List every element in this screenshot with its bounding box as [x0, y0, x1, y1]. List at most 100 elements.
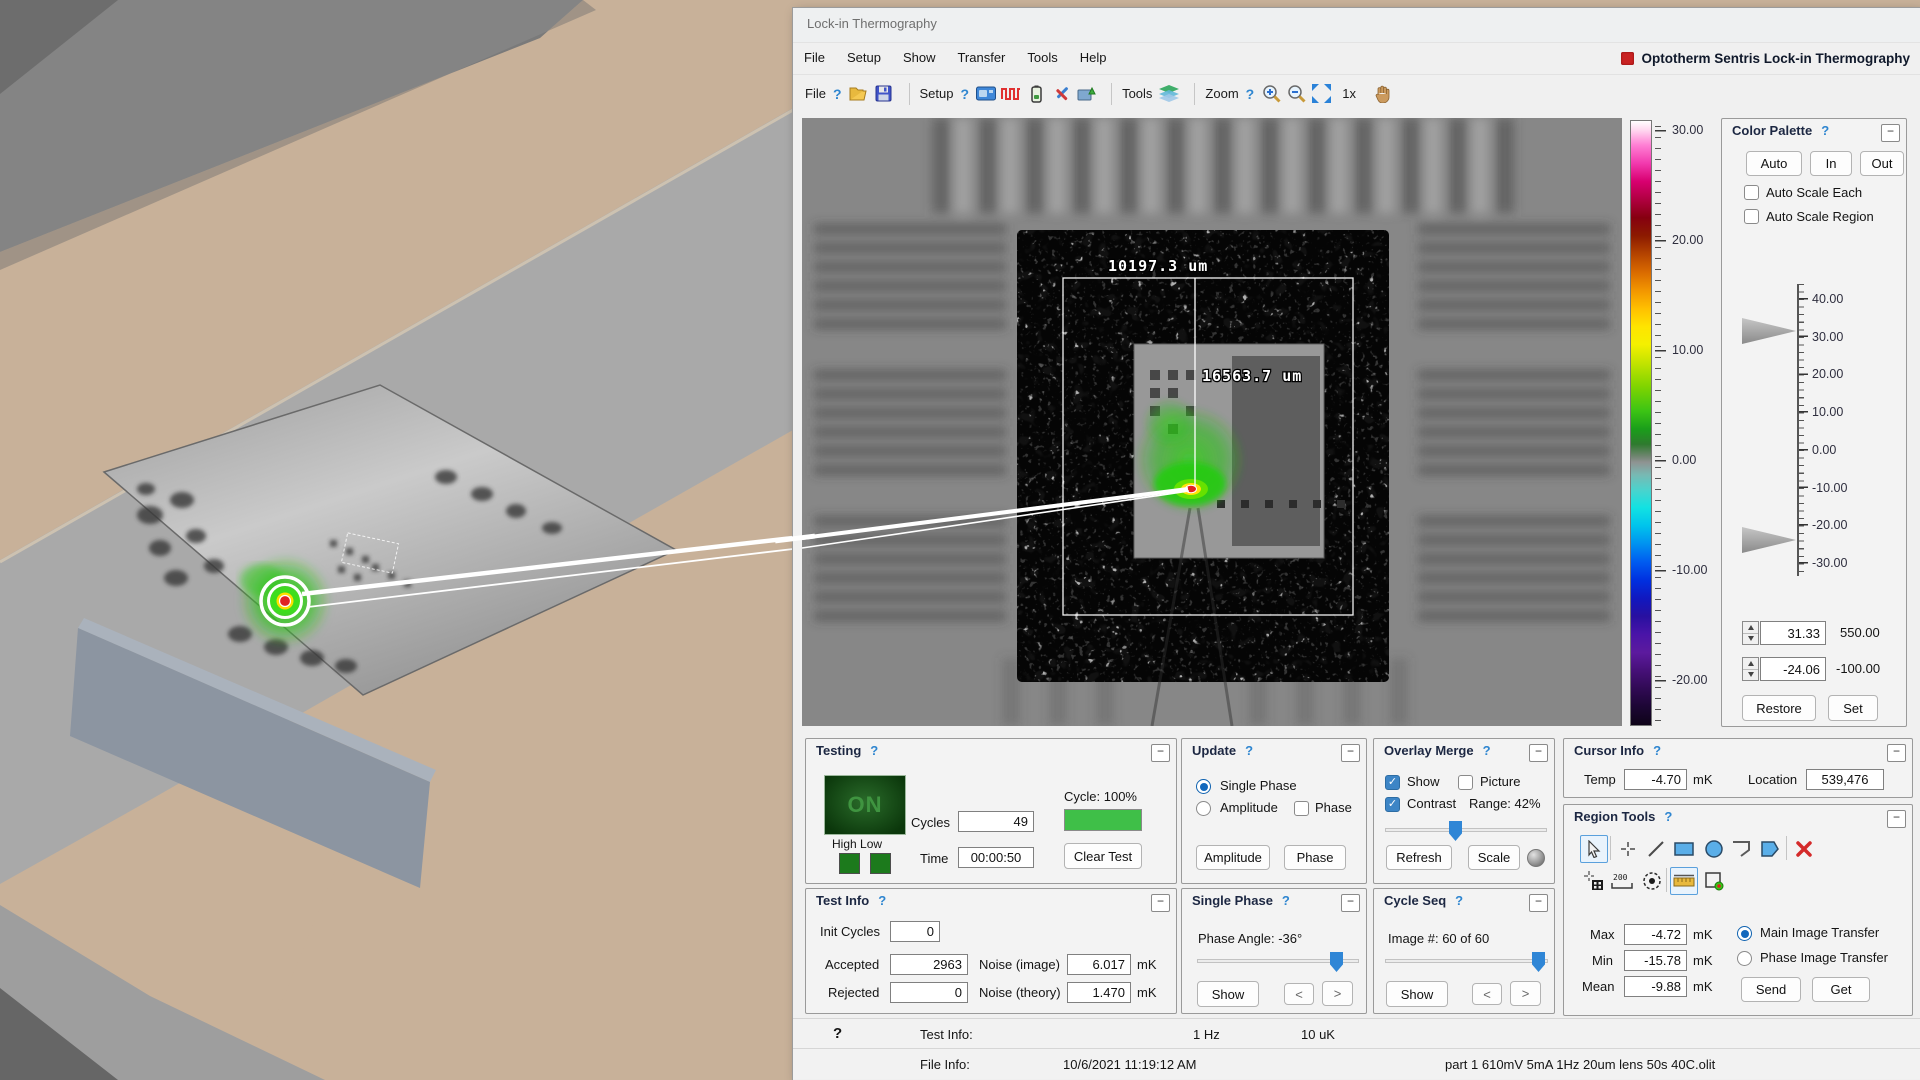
upper-value-field[interactable]: 31.33 — [1760, 621, 1826, 645]
minimize-button[interactable]: − — [1529, 744, 1548, 762]
set-button[interactable]: Set — [1828, 695, 1878, 721]
image-view[interactable]: 10197.3 um 16563.7 um — [802, 118, 1622, 726]
setup-help-icon[interactable]: ? — [961, 86, 970, 102]
range-slider-thumb[interactable] — [1449, 821, 1462, 841]
next-button[interactable]: > — [1322, 981, 1353, 1006]
refresh-button[interactable]: Refresh — [1386, 845, 1452, 870]
send-button[interactable]: Send — [1741, 977, 1801, 1002]
select-tool-icon[interactable] — [1580, 835, 1608, 863]
tools-setup-icon[interactable] — [1051, 84, 1071, 104]
line-tool-icon[interactable] — [1642, 835, 1670, 863]
minimize-button[interactable]: − — [1529, 894, 1548, 912]
target-tool-icon[interactable] — [1638, 867, 1666, 895]
zoom-help-icon[interactable]: ? — [1246, 86, 1255, 102]
phase-image-transfer-radio[interactable] — [1737, 951, 1752, 966]
test-on-indicator[interactable]: ON — [824, 775, 906, 835]
open-file-icon[interactable] — [849, 84, 869, 104]
cycle-slider-thumb[interactable] — [1532, 952, 1545, 972]
noise-image-field[interactable]: 6.017 — [1067, 954, 1131, 975]
delete-region-icon[interactable] — [1790, 835, 1818, 863]
help-icon[interactable]: ? — [1483, 743, 1491, 758]
zoom-fit-icon[interactable] — [1311, 84, 1331, 104]
zoom-out-icon[interactable] — [1286, 84, 1306, 104]
help-icon[interactable]: ? — [878, 893, 886, 908]
restore-button[interactable]: Restore — [1742, 695, 1816, 721]
get-button[interactable]: Get — [1812, 977, 1870, 1002]
polyline-tool-icon[interactable] — [1728, 835, 1756, 863]
file-help-icon[interactable]: ? — [833, 86, 842, 102]
init-cycles-field[interactable]: 0 — [890, 921, 940, 942]
menu-tools[interactable]: Tools — [1016, 43, 1068, 73]
clear-test-button[interactable]: Clear Test — [1064, 843, 1142, 869]
save-file-icon[interactable] — [874, 84, 894, 104]
upper-value-spinner[interactable] — [1742, 621, 1759, 645]
help-icon[interactable]: ? — [1455, 893, 1463, 908]
accepted-field[interactable]: 2963 — [890, 954, 968, 975]
noise-theory-field[interactable]: 1.470 — [1067, 982, 1131, 1003]
show-button[interactable]: Show — [1386, 981, 1448, 1007]
camera-setup-icon[interactable] — [976, 84, 996, 104]
contrast-sphere-icon[interactable] — [1527, 849, 1545, 867]
help-icon[interactable]: ? — [1664, 809, 1672, 824]
minimize-button[interactable]: − — [1341, 744, 1360, 762]
auto-scale-region-checkbox[interactable] — [1744, 209, 1759, 224]
measure-200-tool-icon[interactable]: 200 — [1608, 867, 1636, 895]
help-icon[interactable]: ? — [1282, 893, 1290, 908]
cycles-field[interactable]: 49 — [958, 811, 1034, 832]
prev-button[interactable]: < — [1284, 983, 1314, 1005]
menu-transfer[interactable]: Transfer — [946, 43, 1016, 73]
ruler-tool-icon[interactable] — [1670, 867, 1698, 895]
menu-file[interactable]: File — [793, 43, 836, 73]
cycle-slider-track[interactable] — [1385, 959, 1548, 963]
status-help-icon[interactable]: ? — [833, 1025, 842, 1042]
range-slider-track[interactable] — [1385, 828, 1547, 832]
amplitude-radio[interactable] — [1196, 801, 1211, 816]
prev-button[interactable]: < — [1472, 983, 1502, 1005]
signal-setup-icon[interactable] — [1001, 84, 1021, 104]
next-button[interactable]: > — [1510, 981, 1541, 1006]
transfer-setup-icon[interactable] — [1076, 84, 1096, 104]
menu-show[interactable]: Show — [892, 43, 947, 73]
lower-value-spinner[interactable] — [1742, 657, 1759, 681]
point-tool-icon[interactable] — [1614, 835, 1642, 863]
help-icon[interactable]: ? — [1245, 743, 1253, 758]
pan-hand-icon[interactable] — [1373, 84, 1393, 104]
single-phase-radio[interactable] — [1196, 779, 1211, 794]
ellipse-tool-icon[interactable] — [1700, 835, 1728, 863]
mean-field[interactable]: -9.88 — [1624, 976, 1687, 997]
scale-button[interactable]: Scale — [1468, 845, 1520, 870]
minimize-button[interactable]: − — [1881, 124, 1900, 142]
contrast-checkbox[interactable] — [1385, 797, 1400, 812]
layers-icon[interactable] — [1159, 84, 1179, 104]
temp-field[interactable]: -4.70 — [1624, 769, 1687, 790]
minimize-button[interactable]: − — [1341, 894, 1360, 912]
menu-help[interactable]: Help — [1069, 43, 1118, 73]
battery-setup-icon[interactable] — [1026, 84, 1046, 104]
region-marker-tool-icon[interactable] — [1700, 867, 1728, 895]
show-checkbox[interactable] — [1385, 775, 1400, 790]
polygon-tool-icon[interactable] — [1756, 835, 1784, 863]
point-grid-tool-icon[interactable] — [1580, 867, 1608, 895]
main-image-transfer-radio[interactable] — [1737, 926, 1752, 941]
picture-checkbox[interactable] — [1458, 775, 1473, 790]
title-bar[interactable]: Lock-in Thermography — [793, 8, 1920, 43]
phase-slider-thumb[interactable] — [1330, 952, 1343, 972]
rejected-field[interactable]: 0 — [890, 982, 968, 1003]
max-field[interactable]: -4.72 — [1624, 924, 1687, 945]
amplitude-button[interactable]: Amplitude — [1196, 845, 1270, 870]
help-icon[interactable]: ? — [1653, 743, 1661, 758]
zoom-in-icon[interactable] — [1261, 84, 1281, 104]
in-button[interactable]: In — [1810, 151, 1852, 176]
location-field[interactable]: 539,476 — [1806, 769, 1884, 790]
help-icon[interactable]: ? — [870, 743, 878, 758]
auto-scale-each-checkbox[interactable] — [1744, 185, 1759, 200]
minimize-button[interactable]: − — [1887, 744, 1906, 762]
menu-setup[interactable]: Setup — [836, 43, 892, 73]
show-button[interactable]: Show — [1197, 981, 1259, 1007]
minimize-button[interactable]: − — [1151, 744, 1170, 762]
time-field[interactable]: 00:00:50 — [958, 847, 1034, 868]
auto-button[interactable]: Auto — [1746, 151, 1802, 176]
phase-button[interactable]: Phase — [1284, 845, 1346, 870]
minimize-button[interactable]: − — [1151, 894, 1170, 912]
upper-limit-slider[interactable] — [1742, 318, 1796, 344]
